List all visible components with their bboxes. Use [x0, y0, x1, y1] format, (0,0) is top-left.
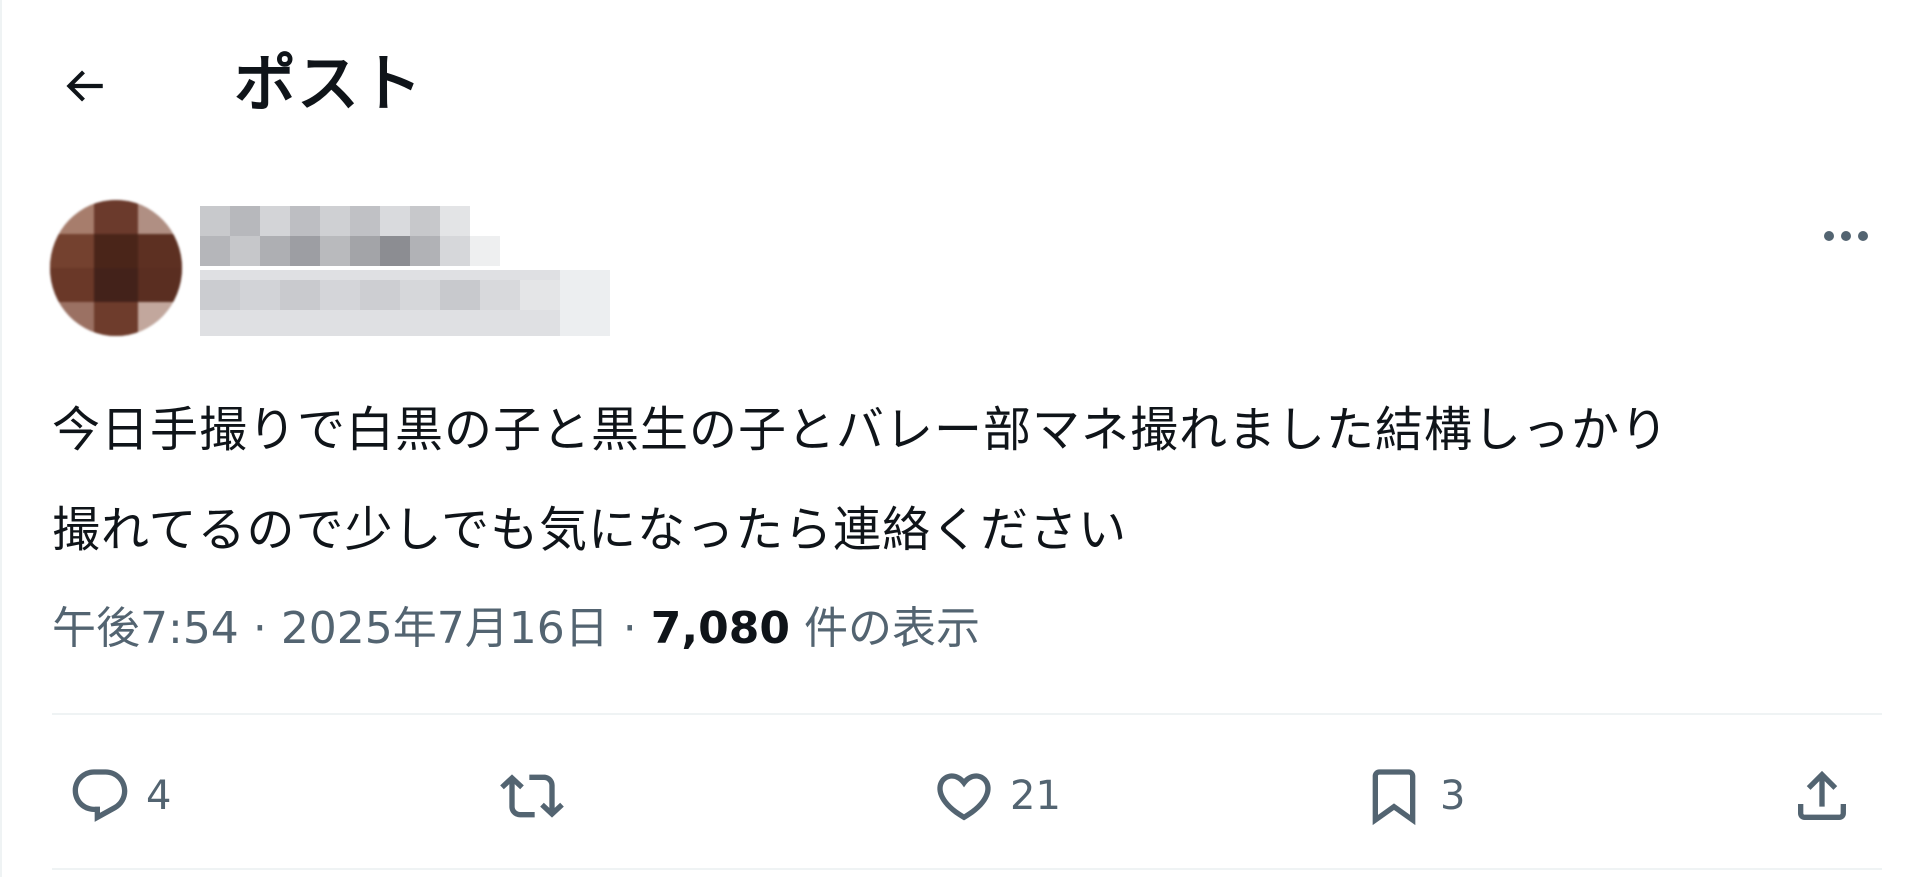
back-arrow-icon — [66, 70, 103, 102]
reply-icon — [72, 769, 128, 822]
post-meta: 午後7:54 · 2025年7月16日 · 7,080 件の表示 — [52, 594, 980, 664]
post-time[interactable]: 午後7:54 — [52, 603, 239, 654]
retweet-icon — [500, 774, 564, 818]
bookmark-count: 3 — [1440, 773, 1466, 819]
bookmark-button[interactable]: 3 — [1362, 758, 1465, 834]
bookmark-icon — [1372, 769, 1416, 826]
retweet-button[interactable] — [500, 758, 578, 834]
meta-separator: · — [622, 603, 637, 654]
share-icon — [1798, 770, 1846, 820]
more-options-button[interactable] — [1810, 210, 1882, 262]
divider — [52, 713, 1882, 715]
reply-count: 4 — [146, 773, 172, 819]
post-text: 今日手撮りで白黒の子と黒生の子とバレー部マネ撮れました結構しっかり 撮れてるので… — [52, 402, 1670, 558]
meta-separator: · — [252, 603, 267, 654]
back-button[interactable] — [52, 54, 116, 118]
left-border — [0, 0, 2, 877]
like-count: 21 — [1010, 773, 1061, 819]
like-button[interactable]: 21 — [932, 758, 1061, 834]
divider — [52, 868, 1882, 870]
display-name-blur — [200, 206, 500, 268]
post-date[interactable]: 2025年7月16日 — [281, 603, 609, 654]
views-count: 7,080 — [650, 603, 790, 654]
page-title: ポスト — [234, 47, 424, 120]
more-options-icon — [1824, 231, 1868, 241]
share-button[interactable] — [1790, 758, 1854, 834]
views-label: 件の表示 — [803, 603, 980, 654]
avatar[interactable] — [50, 200, 182, 336]
heart-icon — [937, 773, 991, 821]
post-detail-page: ポスト 今日手撮りで白黒の子と黒生の子とバレー部マネ撮れました結構しっかり 撮れ… — [0, 0, 1920, 877]
reply-button[interactable]: 4 — [68, 758, 171, 834]
user-handle-blur — [200, 270, 610, 336]
